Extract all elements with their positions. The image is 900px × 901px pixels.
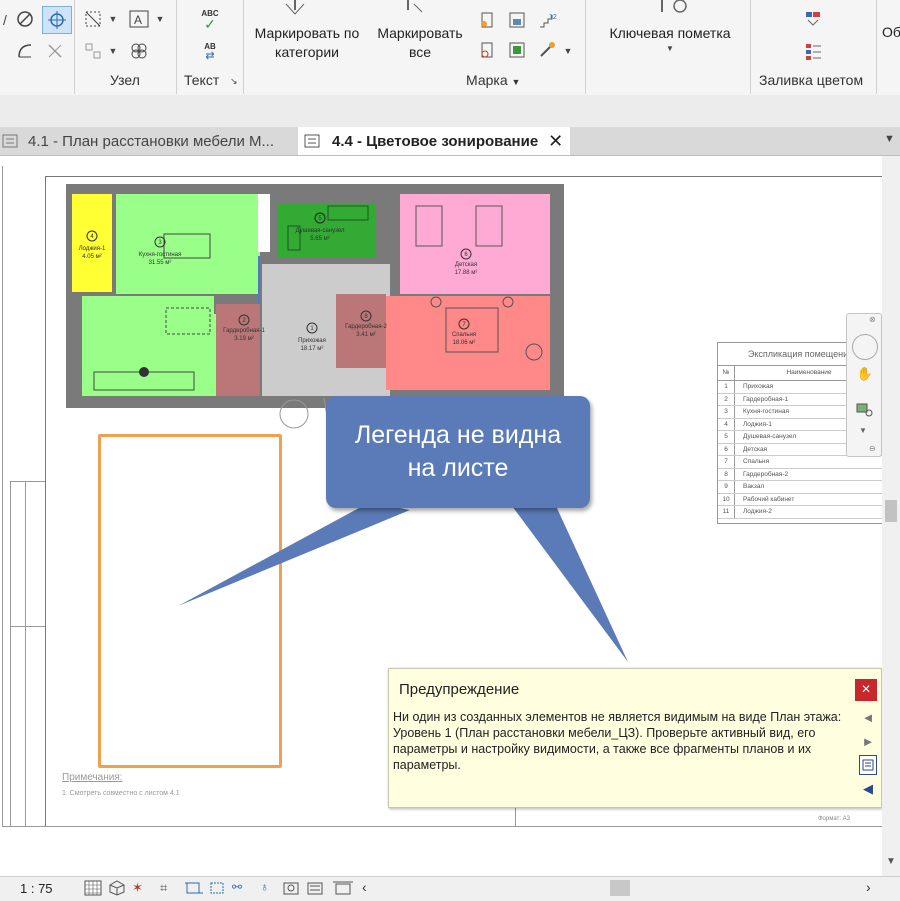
vertical-scrollbar[interactable]: ▼ [882, 156, 900, 876]
chevron-down-icon[interactable]: ▼ [666, 44, 674, 53]
color-fill-legend-icon[interactable] [802, 8, 824, 30]
horizontal-scrollbar-thumb[interactable] [610, 880, 630, 896]
scrollbar-thumb[interactable] [885, 500, 897, 522]
detail-component-icon[interactable] [82, 8, 104, 30]
find-replace-icon[interactable]: AB ⇄ [196, 38, 224, 64]
area-tag-icon[interactable] [506, 10, 528, 30]
color-scheme-icon[interactable] [802, 40, 824, 62]
space-tag-icon[interactable] [476, 40, 498, 60]
tag-by-category-label-2: категории [275, 44, 339, 60]
next-icon[interactable]: ► [859, 731, 877, 751]
keynote-icon[interactable] [650, 0, 690, 16]
tag-by-category-label-1: Маркировать по [254, 25, 360, 41]
group-label-color-fill: Заливка цветом [759, 72, 864, 88]
group-label-node: Узел [110, 72, 140, 88]
tag-all-button[interactable]: Маркировать все [370, 24, 470, 62]
crosshair-icon[interactable] [42, 6, 72, 34]
close-tab-icon[interactable]: ✕ [548, 131, 563, 152]
tab-label: 4.1 - План расстановки мебели М... [28, 132, 274, 150]
partial-icon[interactable]: / [0, 10, 10, 30]
insulation-icon[interactable] [126, 40, 152, 62]
scroll-down-icon[interactable]: ▼ [886, 856, 896, 867]
warning-title: Предупреждение [399, 681, 520, 698]
show-crop-icon[interactable] [208, 880, 228, 896]
chevron-down-icon[interactable]: ▼ [107, 42, 119, 60]
tag-all-label-1: Маркировать [377, 25, 463, 41]
visual-style-icon[interactable] [108, 880, 126, 896]
annotation-callout: Легенда не видна на листе [326, 396, 590, 508]
tab-menu-icon[interactable]: ▼ [884, 133, 895, 145]
chevron-down-icon[interactable]: ▼ [107, 10, 119, 28]
chevron-down-icon[interactable]: ▼ [562, 42, 574, 60]
tag-all-icon[interactable] [400, 0, 426, 16]
svg-text:123: 123 [549, 14, 557, 21]
tag-all-label-2: все [408, 44, 432, 60]
tab-label: 4.4 - Цветовое зонирование [332, 132, 539, 150]
view-tab-bar: 4.1 - План расстановки мебели М... 4.4 -… [0, 127, 900, 156]
ribbon: / ▼ A ▼ ▼ Узел ABC ✓ AB ⇄ Текст ↘ Маркир… [0, 0, 900, 96]
callout-line-2: на листе [407, 454, 509, 482]
group-label-tag[interactable]: Марка ▼ [466, 72, 520, 88]
shadows-icon[interactable]: ⌗ [160, 880, 180, 896]
arc-icon[interactable] [14, 40, 36, 62]
tag-by-category-button[interactable]: Маркировать по категории [248, 24, 366, 62]
text-frame-icon[interactable]: A [126, 8, 152, 30]
stair-tag-icon[interactable]: 123 [536, 10, 558, 30]
sun-path-icon[interactable]: ✶ [132, 880, 152, 896]
dialog-launcher-icon[interactable]: ↘ [230, 76, 238, 87]
cut-label[interactable]: Об [882, 24, 900, 40]
keynote-button[interactable]: Ключевая пометка [598, 24, 742, 43]
reveal-hidden-icon[interactable]: ♁ [260, 880, 274, 896]
close-button[interactable]: × [855, 679, 877, 701]
options-bar [0, 95, 900, 127]
group-label-text: Текст [184, 72, 220, 88]
tab-furniture-plan[interactable]: 4.1 - План расстановки мебели М... [0, 127, 296, 155]
view-control-bar: 1 : 75 ✶ ⌗ ⚯ ♁ ‹ › [0, 876, 900, 901]
expand-dialog-icon[interactable] [859, 755, 877, 775]
slash-tool-icon[interactable] [44, 40, 66, 62]
chevron-down-icon[interactable]: ▼ [154, 10, 166, 28]
repeating-detail-icon[interactable] [82, 40, 104, 62]
tab-color-zoning[interactable]: 4.4 - Цветовое зонирование ✕ [298, 127, 570, 155]
scale-selector[interactable]: 1 : 75 [20, 881, 53, 896]
scroll-right-icon[interactable]: › [866, 879, 871, 895]
speaker-icon[interactable]: ◀ [859, 779, 877, 799]
highlight-displacement-icon[interactable] [332, 880, 354, 896]
room-tag-icon[interactable] [476, 10, 498, 30]
temporary-hide-icon[interactable]: ⚯ [232, 880, 252, 896]
temporary-view-properties-icon[interactable] [282, 880, 302, 896]
svg-text:A: A [134, 13, 142, 27]
tag-by-category-icon[interactable] [282, 0, 308, 16]
crop-view-icon[interactable] [184, 880, 204, 896]
scroll-left-icon[interactable]: ‹ [362, 879, 367, 895]
warning-dialog[interactable]: Предупреждение × Ни один из созданных эл… [388, 668, 882, 808]
material-tag-icon[interactable] [536, 40, 558, 60]
warning-message: Ни один из созданных элементов не являет… [393, 710, 842, 772]
callout-line-1: Легенда не видна [354, 421, 562, 449]
multi-category-tag-icon[interactable] [506, 40, 528, 60]
analytical-model-icon[interactable] [306, 880, 326, 896]
previous-icon[interactable]: ◄ [859, 707, 877, 727]
detail-level-icon[interactable] [84, 880, 102, 896]
spelling-check-icon[interactable]: ABC ✓ [196, 6, 224, 32]
no-symbol-icon[interactable] [14, 8, 36, 30]
